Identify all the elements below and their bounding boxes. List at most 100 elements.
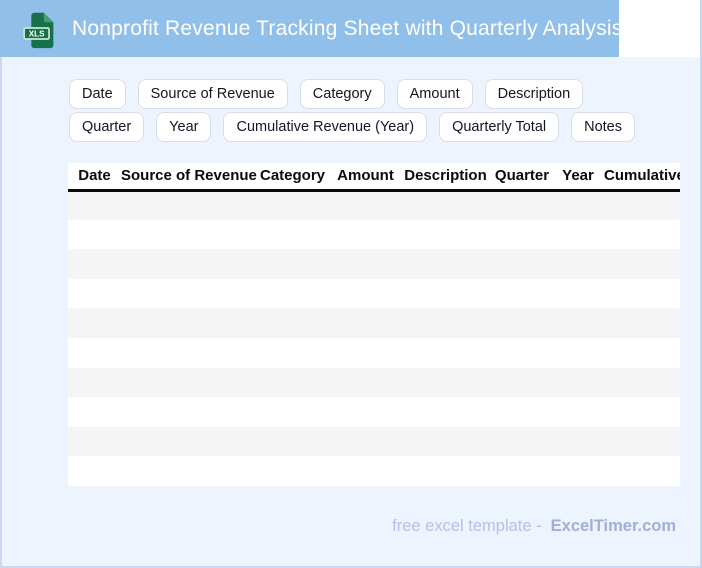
table-cell [121, 337, 253, 368]
table-row [68, 278, 680, 309]
footer: free excel template - ExcelTimer.com [392, 517, 676, 536]
table-cell [332, 426, 399, 457]
table-cell [253, 249, 332, 279]
column-header: Amount [332, 163, 399, 192]
table-cell [492, 367, 552, 398]
column-header: Year [552, 163, 604, 192]
column-header: Quarter [492, 163, 552, 192]
table-cell [552, 190, 604, 220]
table-cell [552, 367, 604, 398]
column-header: Description [399, 163, 492, 192]
revenue-table-wrap: Date Source of Revenue Category Amount Descr… [68, 163, 680, 486]
table-cell [332, 249, 399, 279]
table-cell [253, 308, 332, 338]
table-cell [492, 190, 552, 220]
table-row [68, 249, 680, 279]
table-cell [492, 456, 552, 486]
field-chip-description[interactable]: Description [484, 79, 584, 109]
table-cell [121, 426, 253, 457]
table-cell [492, 397, 552, 427]
table-body [68, 190, 680, 486]
table-cell [121, 249, 253, 279]
table-cell [332, 278, 399, 309]
table-cell [68, 337, 121, 368]
table-cell [399, 190, 492, 220]
table-cell [253, 367, 332, 398]
table-cell [332, 367, 399, 398]
table-cell [552, 249, 604, 279]
xls-file-icon: XLS [23, 12, 54, 48]
table-cell [68, 367, 121, 398]
table-cell [492, 308, 552, 338]
table-cell [604, 337, 680, 368]
table-cell [399, 456, 492, 486]
table-cell [332, 337, 399, 368]
table-cell [604, 308, 680, 338]
field-chip-notes[interactable]: Notes [571, 112, 635, 142]
table-cell [332, 190, 399, 220]
field-chip-quarter[interactable]: Quarter [69, 112, 145, 142]
column-header: Category [253, 163, 332, 192]
column-header: Date [68, 163, 121, 192]
table-row [68, 397, 680, 427]
field-chip-category[interactable]: Category [299, 79, 385, 109]
table-header-row: Date Source of Revenue Category Amount Descr… [68, 163, 680, 192]
table-cell [604, 249, 680, 279]
table-cell [604, 219, 680, 250]
field-chip-cumulative-revenue-year[interactable]: Cumulative Revenue (Year) [223, 112, 428, 142]
table-cell [399, 278, 492, 309]
table-cell [253, 337, 332, 368]
table-cell [121, 219, 253, 250]
table-cell [399, 249, 492, 279]
table-cell [399, 308, 492, 338]
table-cell [68, 249, 121, 279]
table-cell [332, 308, 399, 338]
table-cell [68, 219, 121, 250]
title-banner: XLS Nonprofit Revenue Tracking Sheet wit… [0, 0, 622, 57]
table-cell [253, 278, 332, 309]
table-cell [492, 219, 552, 250]
table-cell [68, 426, 121, 457]
field-chip-amount[interactable]: Amount [396, 79, 473, 109]
table-cell [121, 397, 253, 427]
table-cell [552, 219, 604, 250]
field-chips: Date Source of Revenue Category Amount Descr… [69, 79, 649, 142]
table-cell [399, 426, 492, 457]
table-cell [492, 278, 552, 309]
xls-icon-label: XLS [29, 29, 45, 38]
table-cell [604, 190, 680, 220]
table-cell [68, 397, 121, 427]
table-cell [552, 337, 604, 368]
table-cell [492, 337, 552, 368]
field-chip-quarterly-total[interactable]: Quarterly Total [439, 112, 560, 142]
table-cell [68, 308, 121, 338]
table-row [68, 190, 680, 220]
table-cell [399, 337, 492, 368]
table-cell [332, 456, 399, 486]
table-cell [604, 367, 680, 398]
field-chip-year[interactable]: Year [156, 112, 212, 142]
table-cell [332, 219, 399, 250]
table-cell [68, 190, 121, 220]
table-row [68, 337, 680, 368]
field-chip-source-of-revenue[interactable]: Source of Revenue [137, 79, 288, 109]
table-cell [552, 426, 604, 457]
column-header: Source of Revenue [121, 163, 257, 192]
table-cell [552, 397, 604, 427]
table-cell [399, 397, 492, 427]
table-cell [492, 426, 552, 457]
table-cell [253, 426, 332, 457]
table-cell [121, 190, 253, 220]
table-cell [253, 456, 332, 486]
column-header: Cumulative Revenue (Year) [604, 163, 680, 192]
table-cell [68, 278, 121, 309]
table-cell [492, 249, 552, 279]
field-chip-date[interactable]: Date [69, 79, 126, 109]
footer-brand-link[interactable]: ExcelTimer.com [551, 517, 676, 536]
table-cell [121, 278, 253, 309]
table-cell [604, 397, 680, 427]
table-cell [399, 367, 492, 398]
table-cell [253, 219, 332, 250]
table-row [68, 456, 680, 486]
revenue-table: Date Source of Revenue Category Amount Descr… [68, 163, 680, 486]
